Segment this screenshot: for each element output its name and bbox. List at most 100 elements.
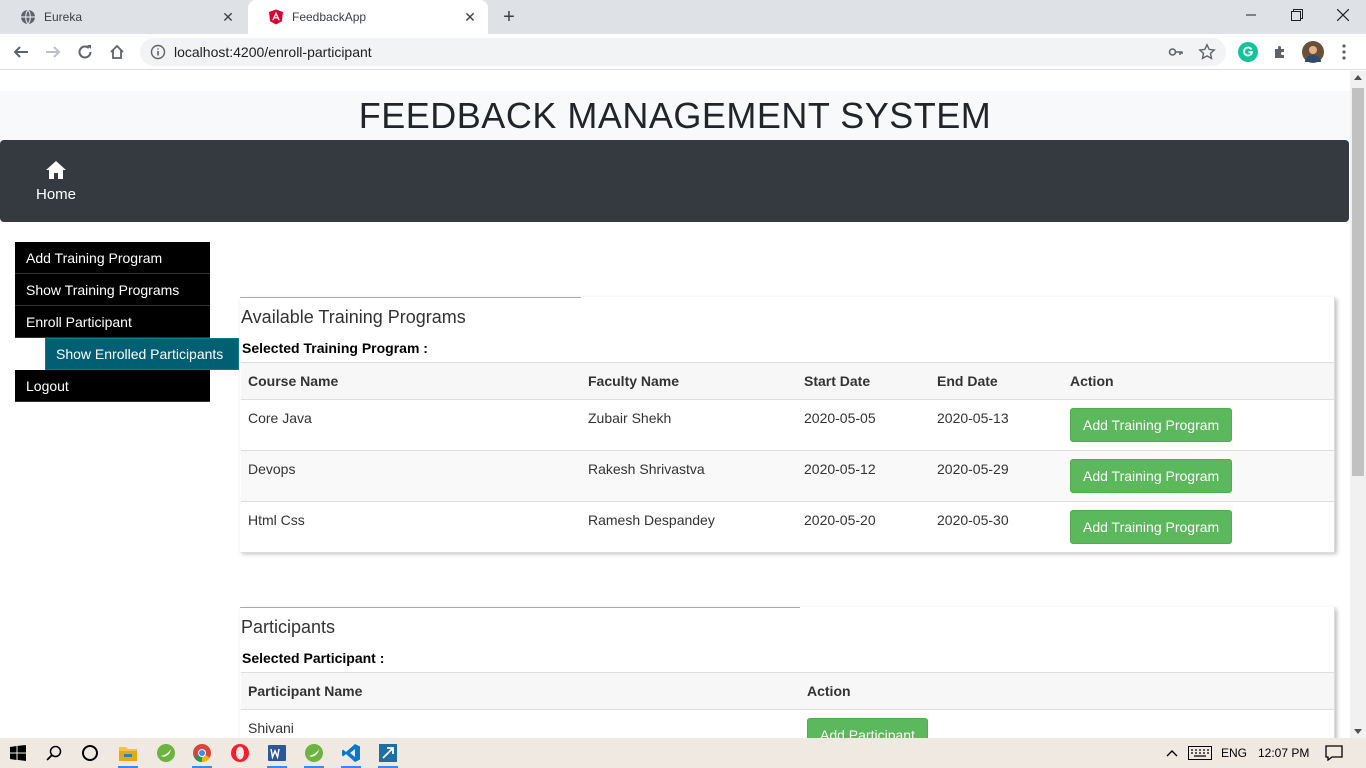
sidebar-item-logout[interactable]: Logout xyxy=(15,370,210,402)
table-header-row: Course Name Faculty Name Start Date End … xyxy=(241,362,1334,400)
home-icon xyxy=(46,161,66,179)
selected-program-label: Selected Training Program : xyxy=(242,340,428,356)
cell-end-date: 2020-05-29 xyxy=(930,450,1063,502)
column-header: Participant Name xyxy=(241,672,800,710)
add-training-program-button[interactable]: Add Training Program xyxy=(1070,408,1233,442)
cell-course-name: Devops xyxy=(241,450,581,502)
file-explorer-icon[interactable] xyxy=(116,741,140,765)
reload-icon xyxy=(78,45,92,59)
cell-action: Add Training Program xyxy=(1063,450,1334,502)
windows-start-icon[interactable] xyxy=(6,741,30,765)
cell-action: Add Participant xyxy=(800,709,1334,738)
panel-divider xyxy=(240,297,581,298)
sql-developer-icon[interactable] xyxy=(376,741,400,765)
close-window-button[interactable] xyxy=(1320,0,1366,30)
spring-tool-icon[interactable] xyxy=(154,741,178,765)
globe-icon xyxy=(20,9,36,25)
table-row: Shivani Add Participant xyxy=(241,709,1334,738)
participants-table: Participant Name Action Shivani Add Part… xyxy=(241,672,1334,738)
column-header: Action xyxy=(800,672,1334,710)
tab-title: FeedbackApp xyxy=(292,10,367,24)
notifications-icon[interactable] xyxy=(1322,741,1346,765)
browser-tab-bar: Eureka ✕ FeedbackApp ✕ + xyxy=(0,0,1366,34)
table-row: Devops Rakesh Shrivastva 2020-05-12 2020… xyxy=(241,450,1334,502)
cell-start-date: 2020-05-12 xyxy=(797,450,930,502)
scrollbar-thumb[interactable] xyxy=(1352,88,1364,476)
table-header-row: Participant Name Action xyxy=(241,672,1334,710)
tab-feedbackapp[interactable]: FeedbackApp ✕ xyxy=(248,0,488,34)
forward-button[interactable] xyxy=(40,39,66,65)
page-scrollbar[interactable] xyxy=(1350,71,1366,738)
cell-end-date: 2020-05-30 xyxy=(930,501,1063,553)
add-participant-button[interactable]: Add Participant xyxy=(807,718,928,738)
minimize-button[interactable] xyxy=(1228,0,1274,30)
clock[interactable]: 12:07 PM xyxy=(1258,746,1309,760)
close-icon[interactable]: ✕ xyxy=(462,9,478,25)
back-button[interactable] xyxy=(8,39,34,65)
extensions-icon[interactable] xyxy=(1270,42,1290,62)
task-view-icon[interactable] xyxy=(78,741,102,765)
programs-panel: Available Training Programs Selected Tra… xyxy=(240,297,1335,553)
vscode-icon[interactable] xyxy=(339,741,363,765)
word-icon[interactable] xyxy=(265,741,289,765)
add-training-program-button[interactable]: Add Training Program xyxy=(1070,459,1233,493)
address-bar[interactable]: localhost:4200/enroll-participant xyxy=(140,38,1226,66)
info-icon[interactable] xyxy=(150,44,166,60)
column-header: Start Date xyxy=(797,362,930,400)
home-outline-icon xyxy=(110,44,124,59)
avatar[interactable] xyxy=(1302,41,1324,63)
tab-title: Eureka xyxy=(44,10,83,24)
programs-title: Available Training Programs xyxy=(241,307,466,327)
windows-taskbar: ENG 12:07 PM xyxy=(0,738,1366,768)
column-header: End Date xyxy=(930,362,1063,400)
panel-divider xyxy=(240,607,800,608)
add-training-program-button[interactable]: Add Training Program xyxy=(1070,510,1233,544)
cell-start-date: 2020-05-20 xyxy=(797,501,930,553)
cell-end-date: 2020-05-13 xyxy=(930,399,1063,451)
column-header: Faculty Name xyxy=(581,362,797,400)
cell-action: Add Training Program xyxy=(1063,399,1334,451)
nav-home-label: Home xyxy=(36,186,77,203)
new-tab-button[interactable]: + xyxy=(498,6,520,28)
reload-button[interactable] xyxy=(72,39,98,65)
chrome-icon[interactable] xyxy=(190,741,214,765)
arrow-left-icon xyxy=(13,46,28,58)
cell-faculty-name: Zubair Shekh xyxy=(581,399,797,451)
close-icon[interactable]: ✕ xyxy=(220,9,236,25)
column-header: Action xyxy=(1063,362,1334,400)
cell-action: Add Training Program xyxy=(1063,501,1334,553)
sidebar-item-enroll-participant[interactable]: Enroll Participant xyxy=(15,306,210,338)
keyboard-icon[interactable] xyxy=(1186,741,1214,765)
tab-eureka[interactable]: Eureka ✕ xyxy=(0,0,246,34)
table-row: Core Java Zubair Shekh 2020-05-05 2020-0… xyxy=(241,399,1334,451)
home-browser-button[interactable] xyxy=(104,39,130,65)
page-viewport: FEEDBACK MANAGEMENT SYSTEM Home Add Trai… xyxy=(0,71,1350,738)
selected-participant-label: Selected Participant : xyxy=(242,650,385,666)
restore-button[interactable] xyxy=(1274,0,1320,30)
language-indicator[interactable]: ENG xyxy=(1221,746,1247,760)
url-text: localhost:4200/enroll-participant xyxy=(174,44,372,60)
opera-icon[interactable] xyxy=(228,741,252,765)
sidebar-item-add-training-program[interactable]: Add Training Program xyxy=(15,242,210,274)
navbar: Home xyxy=(0,140,1349,222)
cell-start-date: 2020-05-05 xyxy=(797,399,930,451)
participants-panel: Participants Selected Participant : Part… xyxy=(240,607,1335,738)
scroll-down-icon[interactable] xyxy=(1354,729,1362,734)
sidebar-item-show-training-programs[interactable]: Show Training Programs xyxy=(15,274,210,306)
grammarly-icon[interactable] xyxy=(1238,42,1258,62)
star-icon[interactable] xyxy=(1198,43,1216,61)
programs-table: Course Name Faculty Name Start Date End … xyxy=(241,362,1334,553)
nav-home-link[interactable]: Home xyxy=(36,160,76,203)
cell-course-name: Html Css xyxy=(241,501,581,553)
search-icon[interactable] xyxy=(42,741,66,765)
scroll-up-icon[interactable] xyxy=(1354,75,1362,80)
chevron-up-icon[interactable] xyxy=(1160,741,1184,765)
column-header: Course Name xyxy=(241,362,581,400)
page-title: FEEDBACK MANAGEMENT SYSTEM xyxy=(358,95,992,136)
participants-title: Participants xyxy=(241,617,336,637)
key-icon[interactable] xyxy=(1168,44,1184,60)
sidebar-item-show-enrolled-participants[interactable]: Show Enrolled Participants xyxy=(45,338,239,370)
spring-tool-icon-2[interactable] xyxy=(302,741,326,765)
table-row: Html Css Ramesh Despandey 2020-05-20 202… xyxy=(241,501,1334,553)
menu-kebab-icon[interactable] xyxy=(1334,42,1354,62)
